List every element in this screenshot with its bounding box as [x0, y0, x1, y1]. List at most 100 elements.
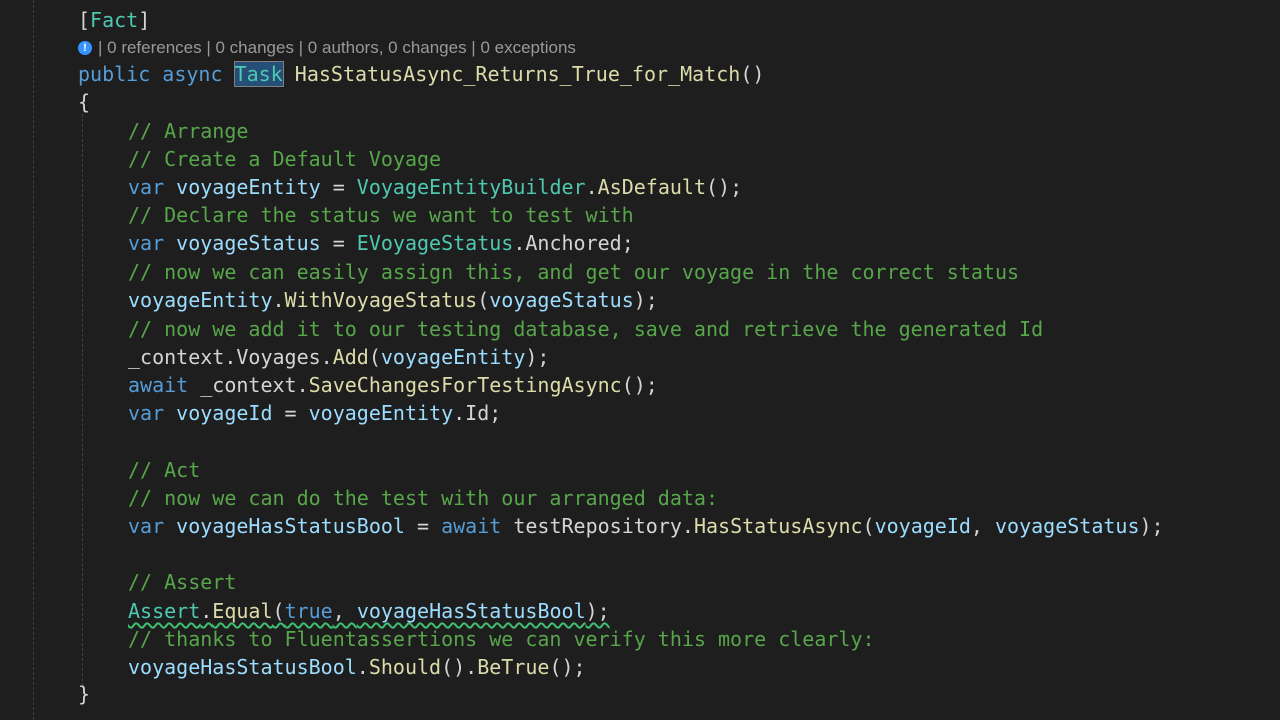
comment: // now we can easily assign this, and ge…	[128, 260, 1020, 284]
variable: voyageEntity	[308, 401, 454, 425]
dot: .	[453, 401, 466, 425]
keyword: var	[128, 231, 165, 255]
brace: }	[78, 682, 91, 706]
code-line-comment[interactable]: // Act	[128, 456, 200, 484]
code-line-comment[interactable]: // now we add it to our testing database…	[128, 315, 1043, 343]
dot: .	[320, 345, 333, 369]
method: Add	[332, 345, 369, 369]
dot: .	[356, 655, 369, 679]
parens: ()	[740, 62, 765, 86]
field: _context	[188, 373, 297, 397]
method: WithVoyageStatus	[284, 288, 478, 312]
variable: voyageId	[874, 514, 971, 538]
code-editor[interactable]: [Fact] ! | 0 references | 0 changes | 0 a…	[0, 0, 1280, 720]
punct: ;	[489, 401, 502, 425]
code-line-signature[interactable]: public async Task HasStatusAsync_Returns…	[78, 60, 764, 88]
method: BeTrue	[477, 655, 550, 679]
method: AsDefault	[597, 175, 706, 199]
code-line[interactable]: var voyageHasStatusBool = await testRepo…	[128, 512, 1164, 540]
variable: voyageEntity	[128, 288, 273, 312]
comment: // Assert	[128, 570, 237, 594]
punct: );	[1139, 514, 1164, 538]
code-line[interactable]: var voyageStatus = EVoyageStatus.Anchore…	[128, 229, 634, 257]
dot: .	[585, 175, 598, 199]
dot: .	[272, 288, 285, 312]
bracket: ]	[138, 8, 151, 32]
keyword: public	[78, 62, 151, 86]
operator: =	[320, 175, 357, 199]
codelens-bar[interactable]: ! | 0 references | 0 changes | 0 authors,…	[78, 35, 576, 61]
code-line-open-brace[interactable]: {	[78, 88, 90, 116]
indent-guide	[33, 0, 34, 720]
code-line[interactable]: await _context.SaveChangesForTestingAsyn…	[128, 371, 658, 399]
variable: voyageStatus	[489, 288, 634, 312]
punct: ,	[332, 599, 357, 623]
punct: ;	[621, 231, 634, 255]
punct: );	[633, 288, 658, 312]
operator: =	[404, 514, 442, 538]
punct: );	[525, 345, 550, 369]
keyword: true	[284, 599, 333, 623]
indent-guide	[82, 114, 83, 686]
code-line[interactable]: var voyageEntity = VoyageEntityBuilder.A…	[128, 173, 742, 201]
code-line[interactable]: var voyageId = voyageEntity.Id;	[128, 399, 501, 427]
operator: =	[272, 401, 309, 425]
type: VoyageEntityBuilder	[356, 175, 586, 199]
code-line[interactable]: Assert.Equal(true, voyageHasStatusBool);	[128, 597, 610, 625]
code-line-comment[interactable]: // thanks to Fluentassertions we can ver…	[128, 625, 875, 653]
dot: .	[200, 599, 213, 623]
keyword: await	[128, 373, 189, 397]
punct: );	[585, 599, 610, 623]
code-line-comment[interactable]: // now we can easily assign this, and ge…	[128, 258, 1019, 286]
code-line[interactable]: voyageEntity.WithVoyageStatus(voyageStat…	[128, 286, 658, 314]
info-icon[interactable]: !	[78, 41, 92, 55]
punct: (	[477, 288, 490, 312]
variable: voyageStatus	[176, 231, 321, 255]
code-line-attribute[interactable]: [Fact]	[78, 6, 150, 34]
field: _context	[128, 345, 225, 369]
method: Equal	[212, 599, 273, 623]
punct: ,	[970, 514, 996, 538]
property: Voyages	[236, 345, 321, 369]
keyword: await	[441, 514, 502, 538]
dot: .	[513, 231, 526, 255]
code-line-comment[interactable]: // now we can do the test with our arran…	[128, 484, 718, 512]
dot: .	[224, 345, 237, 369]
brace: {	[78, 90, 91, 114]
method: SaveChangesForTestingAsync	[308, 373, 622, 397]
type: Assert	[128, 599, 201, 623]
keyword: async	[162, 62, 223, 86]
keyword: var	[128, 175, 165, 199]
code-line-comment[interactable]: // Arrange	[128, 117, 248, 145]
code-line-comment[interactable]: // Declare the status we want to test wi…	[128, 201, 634, 229]
variable: voyageEntity	[380, 345, 526, 369]
codelens-text[interactable]: | 0 references | 0 changes | 0 authors, …	[98, 35, 576, 61]
variable: voyageStatus	[995, 514, 1140, 538]
punct: (	[272, 599, 285, 623]
dot: .	[296, 373, 309, 397]
variable: voyageId	[176, 401, 273, 425]
code-line[interactable]: _context.Voyages.Add(voyageEntity);	[128, 343, 549, 371]
variable: voyageEntity	[176, 175, 321, 199]
comment: // now we can do the test with our arran…	[128, 486, 719, 510]
variable: voyageHasStatusBool	[128, 655, 357, 679]
code-line[interactable]: voyageHasStatusBool.Should().BeTrue();	[128, 653, 586, 681]
code-line-comment[interactable]: // Assert	[128, 568, 236, 596]
method: Should	[368, 655, 442, 679]
field: testRepository	[501, 514, 682, 538]
attribute-name[interactable]: Fact	[90, 8, 138, 32]
comment: // now we add it to our testing database…	[128, 317, 1044, 341]
enum-member: Anchored	[525, 231, 622, 255]
return-type-selected[interactable]: Task	[233, 61, 284, 87]
punct: (	[862, 514, 875, 538]
punct: (	[368, 345, 381, 369]
method-name[interactable]: HasStatusAsync_Returns_True_for_Match	[295, 62, 741, 86]
code-line-close-brace[interactable]: }	[78, 680, 90, 708]
variable: voyageHasStatusBool	[176, 514, 405, 538]
comment: // Arrange	[128, 119, 249, 143]
comment: // Create a Default Voyage	[128, 147, 442, 171]
code-line-comment[interactable]: // Create a Default Voyage	[128, 145, 441, 173]
operator: =	[320, 231, 357, 255]
comment: // thanks to Fluentassertions we can ver…	[128, 627, 875, 651]
property: Id	[465, 401, 490, 425]
